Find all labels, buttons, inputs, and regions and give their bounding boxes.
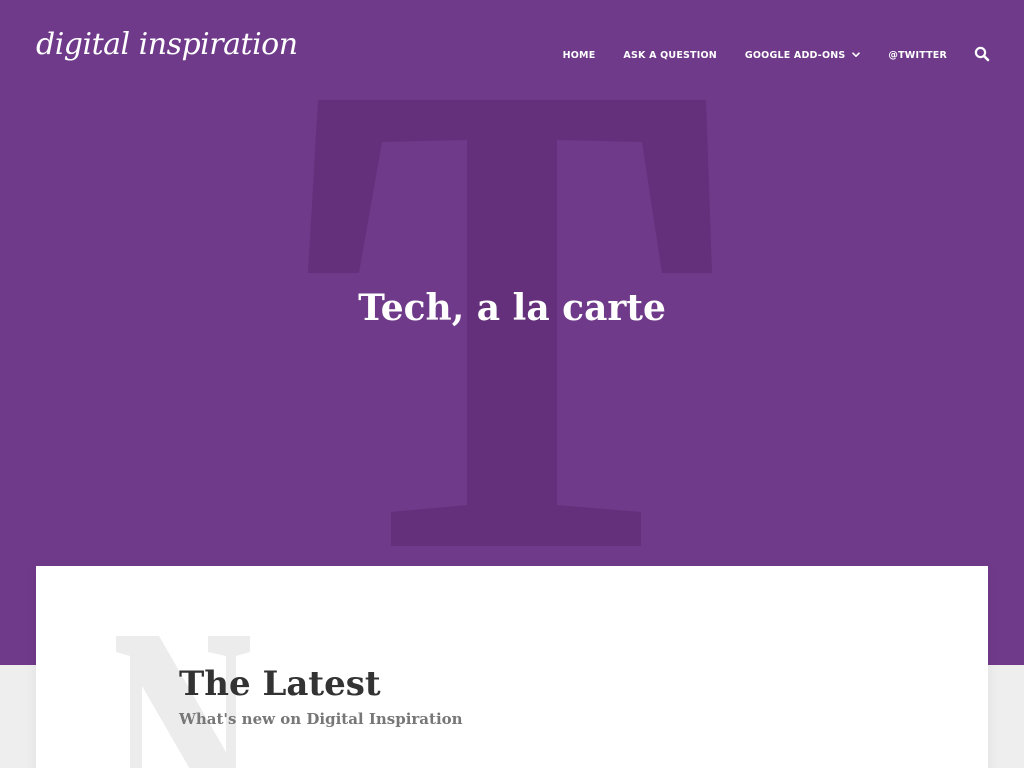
nav-item-google-add-ons[interactable]: GOOGLE ADD-ONS	[745, 50, 861, 61]
site-header: digital inspiration HOME ASK A QUESTION …	[0, 0, 1024, 110]
chevron-down-icon	[852, 50, 861, 61]
latest-section-card: The Latest What's new on Digital Inspira…	[36, 566, 988, 768]
nav-item-label: HOME	[562, 50, 596, 61]
nav-item-ask-a-question[interactable]: ASK A QUESTION	[623, 50, 717, 61]
nav-item-label: @TWITTER	[888, 50, 947, 61]
hero-title: Tech, a la carte	[358, 287, 666, 329]
latest-title: The Latest	[179, 664, 381, 704]
main-nav: HOME ASK A QUESTION GOOGLE ADD-ONS @TWIT…	[563, 50, 947, 61]
site-logo[interactable]: digital inspiration	[36, 30, 298, 60]
nav-item-home[interactable]: HOME	[563, 50, 596, 61]
nav-item-label: ASK A QUESTION	[623, 50, 717, 61]
page: digital inspiration HOME ASK A QUESTION …	[0, 0, 1024, 768]
nav-item-twitter[interactable]: @TWITTER	[888, 50, 947, 61]
search-icon[interactable]	[974, 46, 990, 62]
nav-item-label: GOOGLE ADD-ONS	[744, 50, 846, 61]
latest-subtitle: What's new on Digital Inspiration	[179, 710, 463, 728]
